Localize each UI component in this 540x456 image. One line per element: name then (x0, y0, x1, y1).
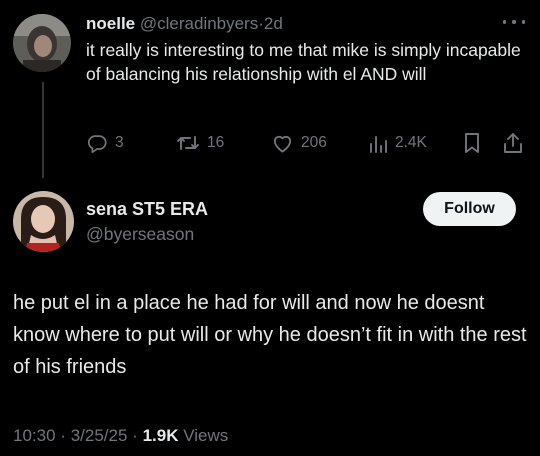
reply-button[interactable]: 3 (86, 131, 124, 155)
main-avatar[interactable] (13, 191, 74, 252)
main-display-name[interactable]: sena ST5 ERA (86, 198, 208, 220)
main-tweet-text: he put el in a place he had for will and… (13, 292, 527, 378)
parent-tweet-text: it really is interesting to me that mike… (86, 40, 521, 84)
reply-icon (86, 132, 108, 154)
like-icon (271, 132, 294, 154)
tweet-time[interactable]: 10:30 (13, 426, 56, 445)
views-button[interactable]: 2.4K (368, 131, 427, 155)
bookmark-icon (463, 132, 481, 154)
tweet-date[interactable]: 3/25/25 (71, 426, 128, 445)
parent-avatar[interactable] (13, 14, 71, 72)
meta-separator-2: · (132, 426, 138, 445)
parent-timestamp[interactable]: 2d (264, 14, 283, 33)
tweet-views-count[interactable]: 1.9K (143, 426, 179, 445)
views-count: 2.4K (395, 134, 427, 151)
share-icon (502, 132, 524, 154)
bookmark-button[interactable] (463, 131, 481, 155)
meta-separator: · (60, 426, 66, 445)
retweet-count: 16 (207, 134, 225, 151)
reply-count: 3 (115, 134, 124, 151)
parent-display-name[interactable]: noelle (86, 14, 135, 33)
share-button[interactable] (502, 131, 524, 155)
parent-tweet-header: noelle @cleradinbyers·2d (86, 13, 283, 35)
views-icon (368, 132, 388, 154)
main-handle[interactable]: @byerseason (86, 223, 194, 245)
tweet-metadata: 10:30 · 3/25/25 · 1.9K Views (13, 425, 228, 447)
retweet-button[interactable]: 16 (176, 131, 224, 155)
retweet-icon (176, 132, 200, 154)
like-count: 206 (301, 134, 327, 151)
action-bar: 3 16 206 2.4K (86, 131, 526, 155)
follow-button[interactable]: Follow (423, 192, 516, 226)
like-button[interactable]: 206 (271, 131, 327, 155)
parent-handle[interactable]: @cleradinbyers (140, 14, 258, 33)
more-icon[interactable] (503, 18, 525, 26)
thread-line (42, 82, 44, 178)
tweet-views-label: Views (183, 426, 229, 445)
